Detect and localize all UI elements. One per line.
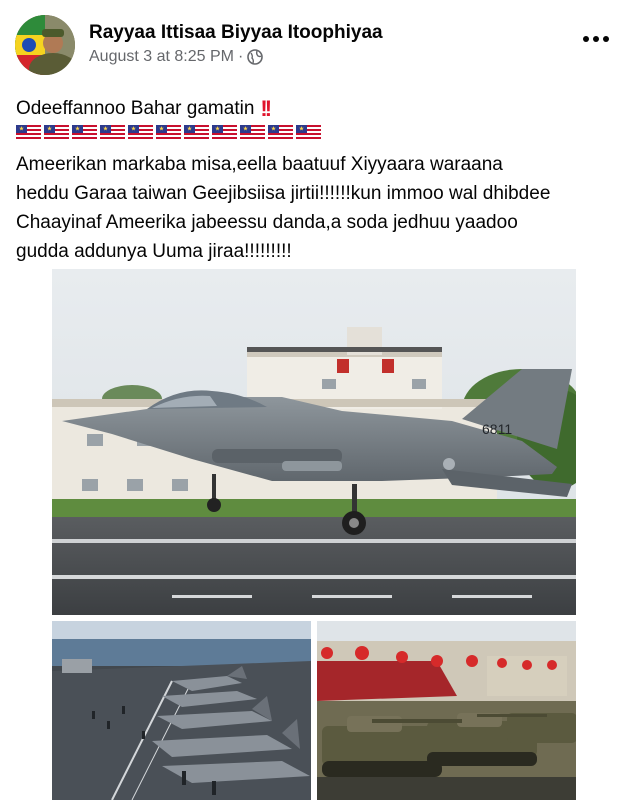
- flag-emoji-icon: [240, 125, 265, 139]
- post-header: Rayyaa Ittisaa Biyyaa Itoophiyaa August …: [0, 0, 627, 80]
- flag-emoji-icon: [128, 125, 153, 139]
- post-title: Odeeffannoo Bahar gamatin !!: [16, 96, 272, 122]
- post-title-text: Odeeffannoo Bahar gamatin: [16, 98, 255, 119]
- post-body-line: gudda addunya Uuma jiraa!!!!!!!!!: [16, 241, 292, 262]
- post-body-line: heddu Garaa taiwan Geejibsiisa jirtii!!!…: [16, 183, 551, 204]
- author-name[interactable]: Rayyaa Ittisaa Biyyaa Itoophiyaa: [89, 22, 383, 44]
- post-meta: August 3 at 8:25 PM ·: [89, 48, 264, 66]
- flag-emoji-icon: [156, 125, 181, 139]
- author-avatar[interactable]: [15, 15, 75, 75]
- more-options-icon[interactable]: [576, 24, 616, 54]
- photo-military-parade[interactable]: [317, 621, 576, 800]
- tail-number: 6811: [482, 421, 512, 437]
- flag-emoji-icon: [212, 125, 237, 139]
- flag-emoji-icon: [184, 125, 209, 139]
- photo-fighter-jet[interactable]: 6811: [52, 269, 576, 615]
- double-exclamation-icon: !!: [260, 96, 272, 121]
- flag-emoji-icon: [72, 125, 97, 139]
- post-timestamp[interactable]: August 3 at 8:25 PM: [89, 48, 234, 66]
- flag-emoji-icon: [16, 125, 41, 139]
- flag-emoji-icon: [268, 125, 293, 139]
- photo-aircraft-carrier[interactable]: [52, 621, 311, 800]
- post-body: Ameerikan markaba misa,eella baatuuf Xiy…: [16, 150, 621, 266]
- flag-emoji-icon: [100, 125, 125, 139]
- flag-emoji-icon: [296, 125, 321, 139]
- post-body-line: Ameerikan markaba misa,eella baatuuf Xiy…: [16, 154, 503, 175]
- meta-separator: ·: [237, 48, 244, 65]
- flag-emoji-icon: [44, 125, 69, 139]
- flag-emoji-row: [16, 125, 321, 139]
- globe-icon: [247, 49, 264, 65]
- post-body-line: Chaayinaf Ameerika jabeessu danda,a soda…: [16, 212, 518, 233]
